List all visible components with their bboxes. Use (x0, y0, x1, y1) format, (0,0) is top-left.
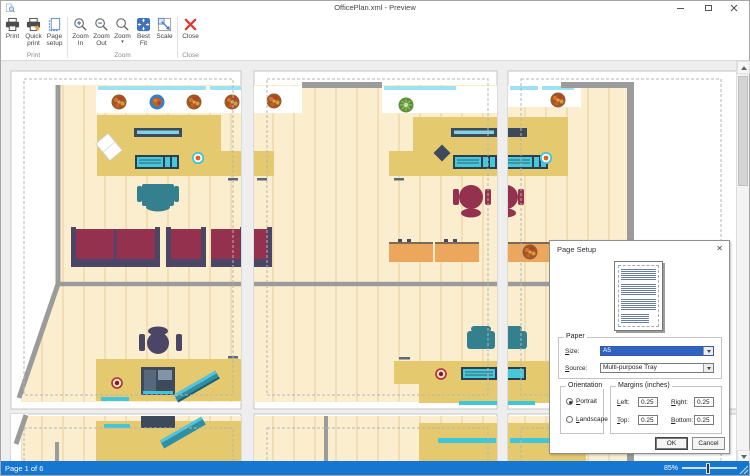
quick-print-button[interactable]: Quick print (23, 16, 44, 51)
orientation-groupbox: Orientation Portrait Landscape (560, 382, 608, 434)
toolbar-group-print: Print Quick print Page setup Print (1, 15, 66, 60)
maximize-icon (704, 5, 712, 11)
best-fit-icon (136, 17, 151, 32)
zoom-slider-thumb[interactable] (706, 462, 710, 474)
scrollbar-thumb[interactable] (738, 76, 748, 186)
floor-plan-page-4 (11, 414, 241, 463)
page-setup-icon (48, 17, 61, 32)
toolbar-group-close: Close Close (179, 15, 202, 60)
margin-bottom-label: Bottom: (671, 417, 694, 424)
print-button[interactable]: Print (2, 16, 23, 51)
margin-right-label: Right: (671, 399, 688, 406)
margins-group-label: Margins (inches) (616, 382, 672, 389)
zoom-out-button[interactable]: Zoom Out (91, 16, 112, 51)
quick-print-icon (26, 17, 41, 32)
toolbar-group-label-zoom: Zoom (114, 52, 131, 59)
source-label: Source: (565, 365, 588, 372)
margin-left-label: Left: (617, 399, 630, 406)
page-indicator: Page 1 of 6 (5, 463, 44, 473)
zoom-slider-track[interactable] (682, 462, 737, 474)
margin-bottom-field[interactable] (694, 415, 714, 425)
scroll-up-button[interactable] (737, 61, 750, 74)
toolbar-separator (177, 17, 178, 58)
scale-icon (157, 17, 172, 32)
zoom-in-button[interactable]: Zoom In (70, 16, 91, 51)
size-label: Size: (565, 348, 580, 355)
close-preview-button[interactable]: Close (180, 16, 201, 51)
toolbar-group-zoom: Zoom In Zoom Out Zoom ▾ Best Fit Scale Z… (69, 15, 176, 60)
dialog-close-button[interactable]: ✕ (716, 244, 723, 253)
preview-window: OfficePlan.xml - Preview Print Quick pri… (0, 0, 750, 476)
zoom-control: 85% (664, 461, 737, 475)
combo-dropdown-icon[interactable] (703, 347, 713, 355)
paper-size-value: A5 (603, 347, 611, 354)
toolbar-group-label-close: Close (182, 52, 199, 59)
floor-plan-page-2 (254, 78, 497, 405)
page-setup-button[interactable]: Page setup (44, 16, 65, 51)
paper-group-label: Paper (564, 333, 587, 340)
zoom-in-icon (74, 18, 87, 31)
orientation-group-label: Orientation (566, 382, 605, 389)
toolbar-group-label-print: Print (26, 52, 41, 59)
page-setup-dialog: Page Setup ✕ Paper Size: A5 Source: Mult… (549, 240, 730, 454)
zoom-out-icon (95, 18, 108, 31)
resize-grip[interactable] (739, 465, 748, 474)
close-icon (730, 4, 738, 12)
arrow-down-icon (740, 454, 747, 459)
cancel-button[interactable]: Cancel (692, 437, 725, 450)
zoom-icon (116, 18, 129, 31)
print-icon (5, 17, 20, 32)
close-red-icon (184, 18, 197, 31)
ok-button[interactable]: OK (655, 437, 688, 450)
margin-top-label: Top: (617, 417, 630, 424)
page-preview-thumbnail (614, 261, 663, 331)
toolbar-separator (67, 17, 68, 58)
maximize-button[interactable] (695, 1, 721, 15)
scale-button[interactable]: Scale (154, 16, 175, 51)
floor-plan-page-5 (254, 416, 497, 463)
margin-top-field[interactable] (638, 415, 658, 425)
minimize-button[interactable] (667, 1, 693, 15)
window-title: OfficePlan.xml - Preview (334, 3, 416, 12)
status-bar: Page 1 of 6 85% (1, 461, 749, 475)
paper-groupbox: Paper Size: A5 Source: Multi-purpose Tra… (558, 333, 722, 379)
margin-left-field[interactable] (638, 397, 658, 407)
paper-source-value: Multi-purpose Tray (603, 364, 657, 371)
landscape-label: Landscape (576, 416, 608, 423)
title-bar: OfficePlan.xml - Preview (1, 1, 749, 15)
window-close-button[interactable] (721, 1, 747, 15)
thumbnail-text-lines (618, 265, 659, 327)
landscape-radio[interactable] (566, 416, 573, 423)
combo-dropdown-icon[interactable] (703, 364, 713, 372)
chevron-down-icon: ▾ (121, 39, 124, 45)
dialog-title: Page Setup (557, 245, 597, 254)
margins-groupbox: Margins (inches) Left: Right: Top: Botto… (610, 382, 722, 434)
paper-size-combobox[interactable]: A5 (600, 346, 714, 356)
best-fit-button[interactable]: Best Fit (133, 16, 154, 51)
zoom-dropdown-button[interactable]: Zoom ▾ (112, 16, 133, 51)
toolbar: Print Quick print Page setup Print Zoom … (1, 15, 749, 61)
portrait-radio[interactable] (566, 398, 573, 405)
vertical-scrollbar[interactable] (736, 61, 750, 463)
portrait-label: Portrait (576, 398, 597, 405)
zoom-percent: 85% (663, 464, 678, 472)
margin-right-field[interactable] (694, 397, 714, 407)
paper-source-combobox[interactable]: Multi-purpose Tray (600, 363, 714, 373)
minimize-icon (676, 7, 684, 9)
arrow-up-icon (740, 65, 747, 70)
